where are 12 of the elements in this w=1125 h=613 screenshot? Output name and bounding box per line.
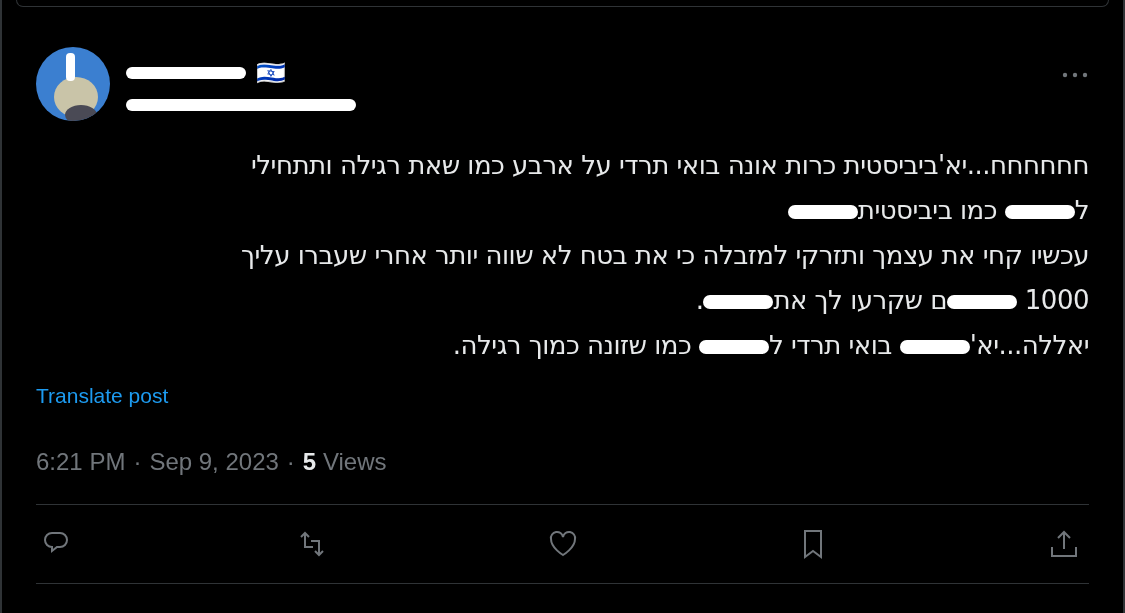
post-text-line: עכשיו קחי את עצמך ותזרקי למזבלה כי את בטח לא שווה יותר אחרי שעברו עליך	[241, 239, 1089, 272]
post-text-line: ל כמו ביביסטית	[787, 188, 1089, 233]
post-text-line: יאללה...יא' בואי תרדי ל כמו שזונה כמוך רגילה.	[452, 329, 1089, 362]
separator-dot: ·	[286, 448, 295, 476]
more-options-icon[interactable]	[1061, 71, 1089, 79]
post-text-line: חחחחחח...יא'ביביסטית כרות אונה בואי תרדי על ארבע כמו שאת רגילה ותתחילי	[251, 149, 1089, 182]
translate-link[interactable]: Translate post	[36, 384, 169, 408]
view-count: 5 Views	[302, 448, 387, 476]
flag-emoji: 🇮🇱	[256, 61, 286, 85]
separator-dot: ·	[133, 448, 142, 476]
post-date: Sep 9, 2023	[149, 448, 279, 476]
post-time: 6:21 PM	[36, 448, 126, 476]
